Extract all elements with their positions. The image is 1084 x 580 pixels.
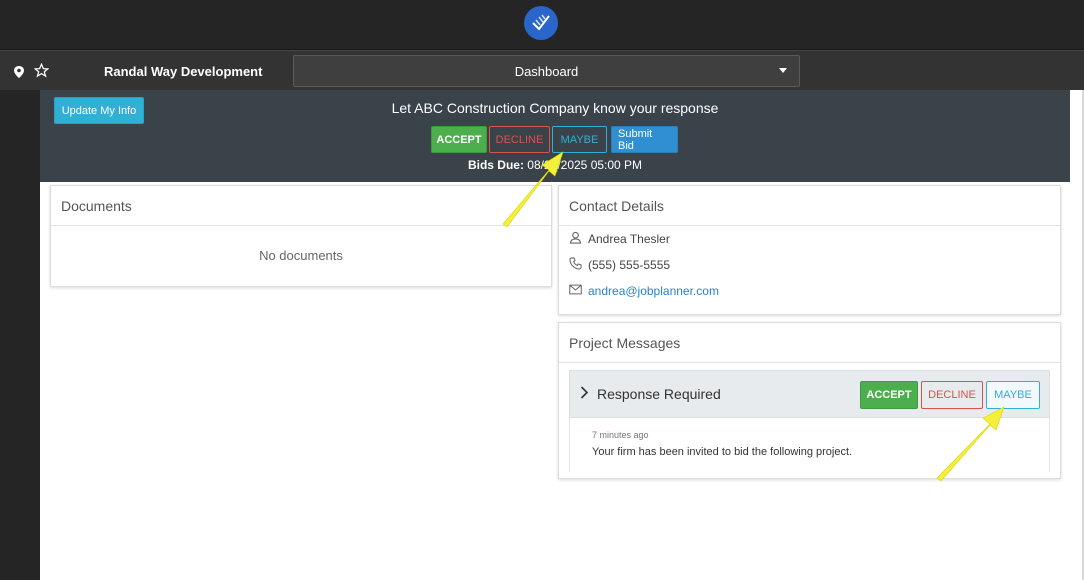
contact-email-link[interactable]: andrea@jobplanner.com [588, 284, 719, 298]
no-documents-text: No documents [259, 248, 343, 263]
contact-email-row: andrea@jobplanner.com [559, 278, 1060, 304]
phone-icon [569, 257, 582, 273]
project-name[interactable]: Randal Way Development [104, 64, 262, 79]
message-time: 7 minutes ago [592, 430, 649, 440]
envelope-icon [569, 284, 582, 298]
bids-due-label: Bids Due: [467, 158, 524, 172]
message-body: 7 minutes ago Your firm has been invited… [569, 418, 1050, 472]
message-text: Your firm has been invited to bid the fo… [592, 446, 853, 458]
contact-phone-row: (555) 555-5555 [559, 252, 1060, 278]
documents-card: Documents No documents [50, 185, 552, 287]
location-pin-icon[interactable] [14, 65, 24, 83]
contact-name-row: Andrea Thesler [559, 226, 1060, 252]
message-decline-button[interactable]: DECLINE [921, 381, 983, 409]
chevron-right-icon[interactable] [580, 386, 589, 402]
project-messages-title: Project Messages [559, 323, 1060, 363]
project-messages-card: Project Messages Response Required ACCEP… [558, 322, 1061, 479]
chevron-down-icon [779, 68, 787, 73]
contact-phone: (555) 555-5555 [588, 258, 671, 272]
decline-button[interactable]: DECLINE [489, 126, 550, 153]
message-item: Response Required ACCEPT DECLINE MAYBE 7… [569, 370, 1050, 472]
documents-title: Documents [51, 186, 551, 226]
message-maybe-button[interactable]: MAYBE [986, 381, 1040, 409]
app-logo-icon[interactable] [524, 6, 558, 40]
response-banner: Update My Info Let ABC Construction Comp… [40, 90, 1070, 182]
message-title: Response Required [597, 386, 721, 402]
star-icon[interactable] [33, 62, 50, 83]
response-button-group: ACCEPT DECLINE MAYBE Submit Bid [431, 126, 678, 153]
message-accept-button[interactable]: ACCEPT [860, 381, 918, 409]
accept-button[interactable]: ACCEPT [431, 126, 487, 153]
contact-details-card: Contact Details Andrea Thesler (555) 555… [558, 185, 1061, 315]
project-bar: Randal Way Development Dashboard [0, 50, 1084, 90]
top-bar [0, 0, 1084, 50]
view-select[interactable]: Dashboard [293, 55, 800, 87]
message-response-buttons: ACCEPT DECLINE MAYBE [860, 381, 1040, 409]
submit-bid-button[interactable]: Submit Bid [611, 126, 678, 153]
left-sidebar [0, 90, 40, 580]
banner-title: Let ABC Construction Company know your r… [391, 100, 719, 116]
view-select-value: Dashboard [514, 63, 579, 79]
message-header[interactable]: Response Required ACCEPT DECLINE MAYBE [569, 370, 1050, 418]
bids-due: Bids Due: 08/2_/2025 05:00 PM [40, 158, 1070, 172]
maybe-button[interactable]: MAYBE [552, 126, 607, 153]
contact-details-title: Contact Details [559, 186, 1060, 226]
user-icon [569, 231, 582, 247]
contact-name: Andrea Thesler [588, 232, 670, 246]
bids-due-value: 08/2_/2025 05:00 PM [527, 158, 643, 172]
